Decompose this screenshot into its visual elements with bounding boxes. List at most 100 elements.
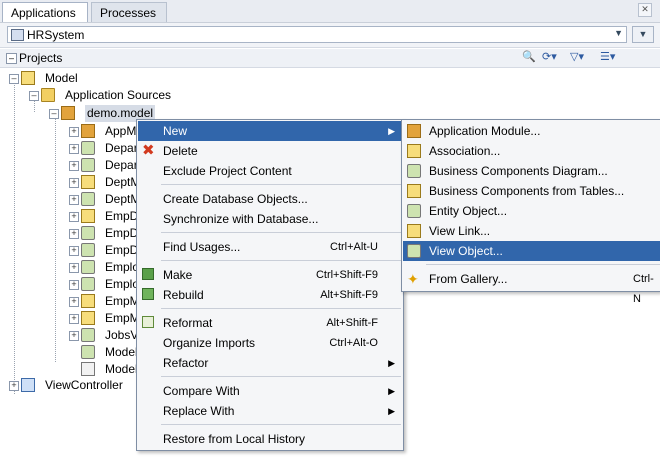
layout-options-icon[interactable]: ☰▾ [600, 51, 615, 64]
menu-item-make[interactable]: Make Ctrl+Shift-F9 [138, 265, 402, 285]
expand-icon[interactable]: + [9, 381, 19, 391]
view-object-icon [81, 158, 95, 172]
diagram-icon [407, 164, 421, 178]
menu-item-organize-imports[interactable]: Organize Imports Ctrl+Alt-O [138, 333, 402, 353]
chevron-right-icon: ▶ [388, 406, 395, 416]
expand-icon[interactable]: + [69, 331, 79, 341]
collapse-icon[interactable]: – [6, 53, 17, 64]
expand-icon[interactable]: + [69, 212, 79, 222]
tree-guide-line [55, 114, 56, 362]
association-icon [407, 144, 421, 158]
menu-item-compare-with[interactable]: Compare With ▶ [138, 381, 402, 401]
expand-icon[interactable]: + [69, 314, 79, 324]
expand-icon[interactable]: + [69, 161, 79, 171]
panel-close-icon[interactable]: ✕ [638, 3, 652, 17]
application-icon [11, 29, 24, 41]
view-link-icon [407, 224, 421, 238]
menu-separator [161, 308, 401, 309]
expand-icon[interactable]: + [69, 280, 79, 290]
navigator-tab-bar: Applications Processes ✕ [0, 0, 660, 23]
menu-item-restore-from-local-history[interactable]: Restore from Local History [138, 429, 402, 449]
menu-item-delete[interactable]: ✖ Delete [138, 141, 402, 161]
menu-item-refactor[interactable]: Refactor ▶ [138, 353, 402, 373]
new-submenu: Application Module... Association... Bus… [401, 119, 660, 305]
submenu-item-business-components-diagram[interactable]: Business Components Diagram... [403, 161, 660, 181]
association-icon [81, 294, 95, 308]
view-object-icon [81, 328, 95, 342]
project-icon [21, 378, 35, 392]
application-module-icon [407, 124, 421, 138]
entity-object-icon [81, 141, 95, 155]
menu-item-reformat[interactable]: Reformat Alt+Shift-F [138, 313, 402, 333]
expand-icon[interactable]: + [69, 195, 79, 205]
expand-icon[interactable]: + [69, 246, 79, 256]
sync-icon[interactable]: ⟳▾ [542, 51, 557, 64]
application-selector-row: HRSystem ▼ ▼ [0, 23, 660, 48]
project-icon [21, 71, 35, 85]
rebuild-icon [142, 288, 154, 300]
tables-icon [407, 184, 421, 198]
menu-item-find-usages[interactable]: Find Usages... Ctrl+Alt-U [138, 237, 402, 257]
view-object-icon [407, 244, 421, 258]
menu-item-create-database-objects[interactable]: Create Database Objects... [138, 189, 402, 209]
submenu-item-view-link[interactable]: View Link... [403, 221, 660, 241]
expand-icon[interactable]: + [69, 127, 79, 137]
chevron-right-icon: ▶ [388, 358, 395, 368]
projects-panel-header: – Projects 🔍 ⟳▾ ▽▾ ☰▾ [0, 49, 660, 68]
projects-panel-title: Projects [19, 51, 63, 65]
reformat-icon [142, 316, 154, 328]
search-icon[interactable]: 🔍 [522, 51, 536, 64]
application-module-icon [81, 124, 95, 138]
collapse-icon[interactable]: – [9, 74, 19, 84]
menu-item-replace-with[interactable]: Replace With ▶ [138, 401, 402, 421]
chevron-down-icon: ▼ [614, 28, 623, 38]
chevron-right-icon: ▶ [388, 126, 395, 136]
menu-item-rebuild[interactable]: Rebuild Alt+Shift-F9 [138, 285, 402, 305]
chevron-right-icon: ▶ [388, 386, 395, 396]
menu-item-new[interactable]: New ▶ [138, 121, 402, 141]
application-selector-value: HRSystem [27, 28, 85, 42]
menu-separator [426, 264, 660, 265]
expand-icon[interactable]: + [69, 263, 79, 273]
expand-icon[interactable]: + [69, 178, 79, 188]
association-icon [81, 311, 95, 325]
document-icon [81, 362, 95, 376]
expand-icon[interactable]: + [69, 297, 79, 307]
menu-separator [161, 376, 401, 377]
view-object-icon [81, 226, 95, 240]
submenu-item-from-gallery[interactable]: ✦ From Gallery... Ctrl-N [403, 269, 660, 305]
menu-item-exclude-project-content[interactable]: Exclude Project Content [138, 161, 402, 181]
tree-guide-line [14, 82, 15, 394]
diagram-icon [81, 345, 95, 359]
submenu-item-view-object[interactable]: View Object... [403, 241, 660, 261]
submenu-item-business-components-from-tables[interactable]: Business Components from Tables... [403, 181, 660, 201]
make-icon [142, 268, 154, 280]
tab-processes[interactable]: Processes [91, 2, 167, 22]
entity-object-icon [407, 204, 421, 218]
context-menu: New ▶ ✖ Delete Exclude Project Content Cre… [136, 119, 404, 451]
delete-icon: ✖ [142, 142, 155, 159]
application-menu-button[interactable]: ▼ [632, 26, 654, 43]
expand-icon[interactable]: + [69, 144, 79, 154]
collapse-icon[interactable]: – [29, 91, 39, 101]
association-icon [81, 209, 95, 223]
menu-item-synchronize-with-database[interactable]: Synchronize with Database... [138, 209, 402, 229]
menu-separator [161, 232, 401, 233]
menu-separator [161, 424, 401, 425]
view-object-icon [81, 192, 95, 206]
submenu-item-entity-object[interactable]: Entity Object... [403, 201, 660, 221]
association-icon [81, 175, 95, 189]
menu-separator [161, 260, 401, 261]
entity-object-icon [81, 260, 95, 274]
expand-icon[interactable]: + [69, 229, 79, 239]
application-selector[interactable]: HRSystem ▼ [7, 26, 627, 43]
gallery-icon: ✦ [407, 271, 419, 287]
submenu-item-application-module[interactable]: Application Module... [403, 121, 660, 141]
submenu-item-association[interactable]: Association... [403, 141, 660, 161]
view-object-icon [81, 277, 95, 291]
filter-icon[interactable]: ▽▾ [570, 51, 584, 64]
folder-icon [41, 88, 55, 102]
view-object-icon [81, 243, 95, 257]
tab-applications[interactable]: Applications [2, 2, 88, 22]
collapse-icon[interactable]: – [49, 109, 59, 119]
